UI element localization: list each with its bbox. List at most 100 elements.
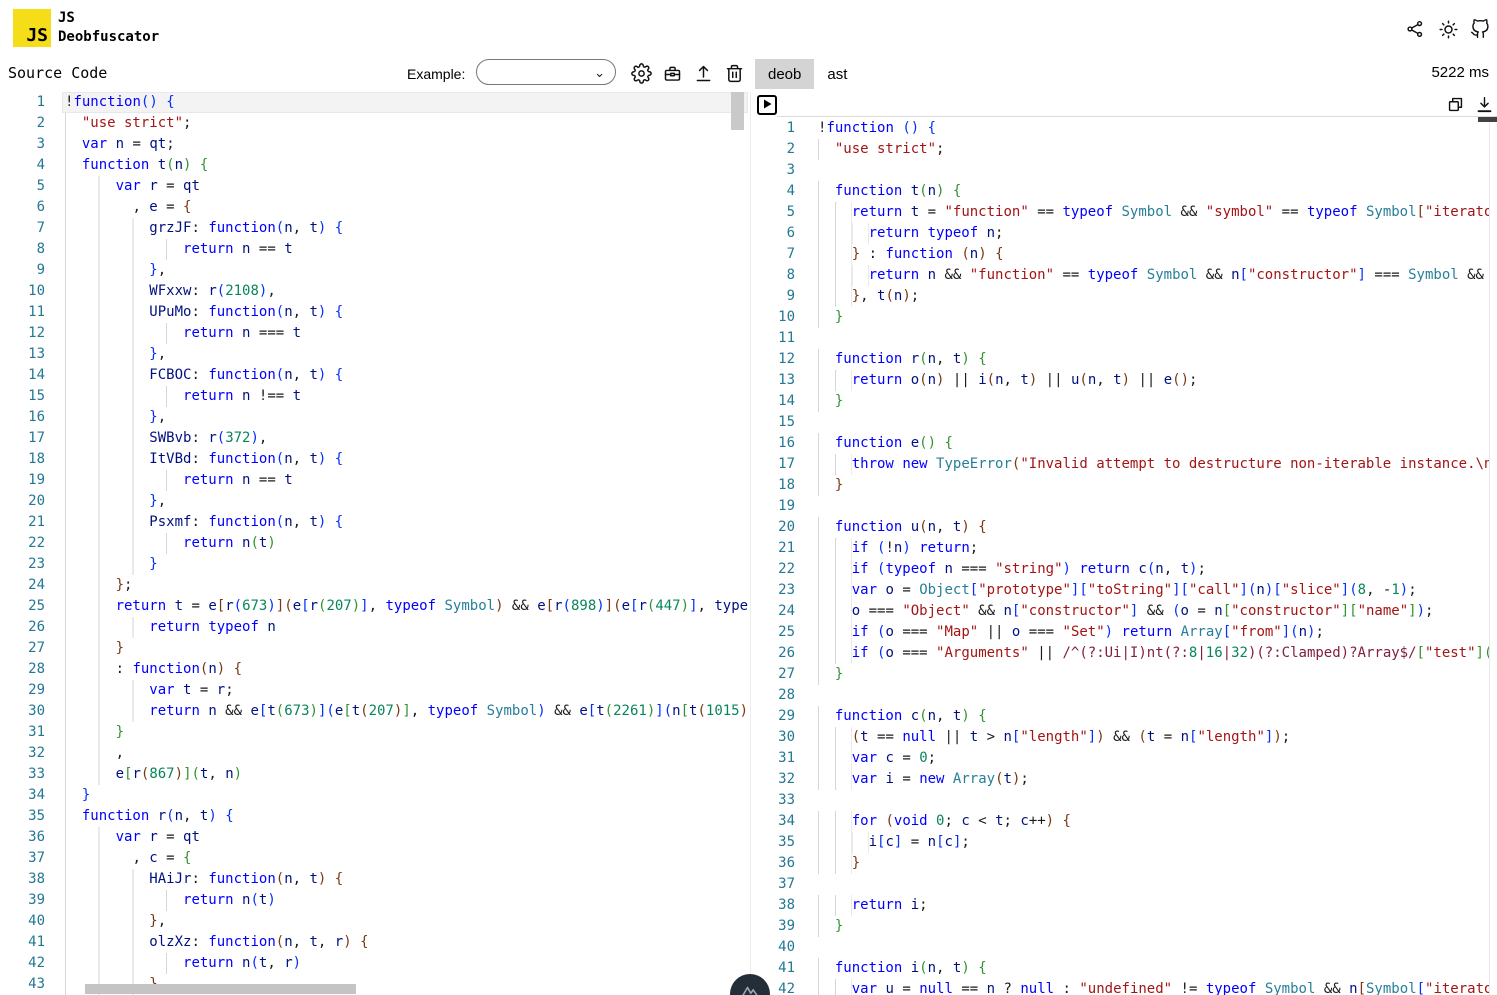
code-line[interactable]: 26 if (o === "Arguments" || /^(?:Ui|I)nt…: [777, 643, 1489, 664]
code-line[interactable]: 20 },: [0, 491, 748, 512]
code-line[interactable]: 10 }: [777, 307, 1489, 328]
code-line[interactable]: 17 throw new TypeError("Invalid attempt …: [777, 454, 1489, 475]
code-line[interactable]: 14 FCBOC: function(n, t) {: [0, 365, 748, 386]
code-line[interactable]: 23 var o = Object["prototype"]["toString…: [777, 580, 1489, 601]
code-line[interactable]: 9 }, t(n);: [777, 286, 1489, 307]
upload-button[interactable]: [690, 61, 716, 87]
code-line[interactable]: 18 }: [777, 475, 1489, 496]
code-line[interactable]: 1!function () {: [777, 118, 1489, 139]
code-line[interactable]: 14 }: [777, 391, 1489, 412]
code-line[interactable]: 37: [777, 874, 1489, 895]
code-line[interactable]: 40 },: [0, 911, 748, 932]
code-line[interactable]: 26 return typeof n: [0, 617, 748, 638]
output-scrollbar-thumb[interactable]: [1478, 117, 1497, 122]
code-line[interactable]: 16 },: [0, 407, 748, 428]
tab-ast[interactable]: ast: [814, 59, 860, 89]
code-line[interactable]: 16 function e() {: [777, 433, 1489, 454]
code-line[interactable]: 24 o === "Object" && n["constructor"] &&…: [777, 601, 1489, 622]
tab-deob[interactable]: deob: [755, 59, 814, 89]
code-line[interactable]: 3 var n = qt;: [0, 134, 748, 155]
code-line[interactable]: 21 Psxmf: function(n, t) {: [0, 512, 748, 533]
code-line[interactable]: 15 return n !== t: [0, 386, 748, 407]
code-line[interactable]: 41 olzXz: function(n, t, r) {: [0, 932, 748, 953]
code-line[interactable]: 6 return typeof n;: [777, 223, 1489, 244]
code-line[interactable]: 32 ,: [0, 743, 748, 764]
code-line[interactable]: 5 var r = qt: [0, 176, 748, 197]
code-line[interactable]: 34 for (void 0; c < t; c++) {: [777, 811, 1489, 832]
code-line[interactable]: 40: [777, 937, 1489, 958]
code-line[interactable]: 33: [777, 790, 1489, 811]
code-line[interactable]: 35 i[c] = n[c];: [777, 832, 1489, 853]
code-line[interactable]: 1!function() {: [0, 92, 748, 113]
code-line[interactable]: 9 },: [0, 260, 748, 281]
paste-button[interactable]: [659, 61, 685, 87]
code-line[interactable]: 27 }: [0, 638, 748, 659]
download-button[interactable]: [1475, 93, 1497, 115]
code-line[interactable]: 7 grzJF: function(n, t) {: [0, 218, 748, 239]
copy-button[interactable]: [1446, 93, 1468, 115]
code-line[interactable]: 7 } : function (n) {: [777, 244, 1489, 265]
code-line[interactable]: 42 return n(t, r): [0, 953, 748, 974]
code-line[interactable]: 31 }: [0, 722, 748, 743]
code-line[interactable]: 22 if (typeof n === "string") return c(n…: [777, 559, 1489, 580]
code-line[interactable]: 29 function c(n, t) {: [777, 706, 1489, 727]
code-line[interactable]: 25 if (o === "Map" || o === "Set") retur…: [777, 622, 1489, 643]
run-button[interactable]: [757, 95, 777, 115]
code-line[interactable]: 12 return n === t: [0, 323, 748, 344]
source-horizontal-scrollbar[interactable]: [85, 984, 356, 994]
code-line[interactable]: 31 var c = 0;: [777, 748, 1489, 769]
code-line[interactable]: 25 return t = e[r(673)](e[r(207)], typeo…: [0, 596, 748, 617]
code-line[interactable]: 4 function t(n) {: [777, 181, 1489, 202]
code-line[interactable]: 39 return n(t): [0, 890, 748, 911]
code-line[interactable]: 38 return i;: [777, 895, 1489, 916]
code-line[interactable]: 6 , e = {: [0, 197, 748, 218]
github-link[interactable]: [1470, 18, 1492, 40]
code-line[interactable]: 8 return n && "function" == typeof Symbo…: [777, 265, 1489, 286]
code-line[interactable]: 13 },: [0, 344, 748, 365]
code-line[interactable]: 23 }: [0, 554, 748, 575]
code-line[interactable]: 12 function r(n, t) {: [777, 349, 1489, 370]
share-button[interactable]: [1405, 18, 1427, 40]
output-scrollbar-track[interactable]: [1489, 117, 1497, 995]
example-select[interactable]: ⌄: [476, 59, 616, 85]
code-line[interactable]: 36 }: [777, 853, 1489, 874]
code-line[interactable]: 33 e[r(867)](t, n): [0, 764, 748, 785]
code-line[interactable]: 4 function t(n) {: [0, 155, 748, 176]
code-line[interactable]: 37 , c = {: [0, 848, 748, 869]
code-line[interactable]: 24 };: [0, 575, 748, 596]
source-editor[interactable]: 1!function() {2 "use strict";3 var n = q…: [0, 92, 748, 995]
code-line[interactable]: 2 "use strict";: [0, 113, 748, 134]
code-line[interactable]: 28: [777, 685, 1489, 706]
code-line[interactable]: 18 ItVBd: function(n, t) {: [0, 449, 748, 470]
code-line[interactable]: 19: [777, 496, 1489, 517]
code-line[interactable]: 29 var t = r;: [0, 680, 748, 701]
code-line[interactable]: 3: [777, 160, 1489, 181]
code-line[interactable]: 27 }: [777, 664, 1489, 685]
code-line[interactable]: 13 return o(n) || i(n, t) || u(n, t) || …: [777, 370, 1489, 391]
code-line[interactable]: 35 function r(n, t) {: [0, 806, 748, 827]
code-line[interactable]: 38 HAiJr: function(n, t) {: [0, 869, 748, 890]
code-line[interactable]: 41 function i(n, t) {: [777, 958, 1489, 979]
output-editor[interactable]: 1!function () {2 "use strict";34 functio…: [777, 118, 1489, 995]
code-line[interactable]: 19 return n == t: [0, 470, 748, 491]
code-line[interactable]: 10 WFxxw: r(2108),: [0, 281, 748, 302]
code-line[interactable]: 39 }: [777, 916, 1489, 937]
code-line[interactable]: 21 if (!n) return;: [777, 538, 1489, 559]
code-line[interactable]: 28 : function(n) {: [0, 659, 748, 680]
code-line[interactable]: 11: [777, 328, 1489, 349]
theme-toggle-button[interactable]: [1438, 18, 1460, 40]
code-line[interactable]: 36 var r = qt: [0, 827, 748, 848]
code-line[interactable]: 8 return n == t: [0, 239, 748, 260]
code-line[interactable]: 2 "use strict";: [777, 139, 1489, 160]
code-line[interactable]: 15: [777, 412, 1489, 433]
code-line[interactable]: 34 }: [0, 785, 748, 806]
code-line[interactable]: 22 return n(t): [0, 533, 748, 554]
code-line[interactable]: 17 SWBvb: r(372),: [0, 428, 748, 449]
settings-button[interactable]: [628, 61, 654, 87]
code-line[interactable]: 30 (t == null || t > n["length"]) && (t …: [777, 727, 1489, 748]
code-line[interactable]: 11 UPuMo: function(n, t) {: [0, 302, 748, 323]
code-line[interactable]: 42 var u = null == n ? null : "undefined…: [777, 979, 1489, 995]
code-line[interactable]: 5 return t = "function" == typeof Symbol…: [777, 202, 1489, 223]
code-line[interactable]: 32 var i = new Array(t);: [777, 769, 1489, 790]
code-line[interactable]: 20 function u(n, t) {: [777, 517, 1489, 538]
